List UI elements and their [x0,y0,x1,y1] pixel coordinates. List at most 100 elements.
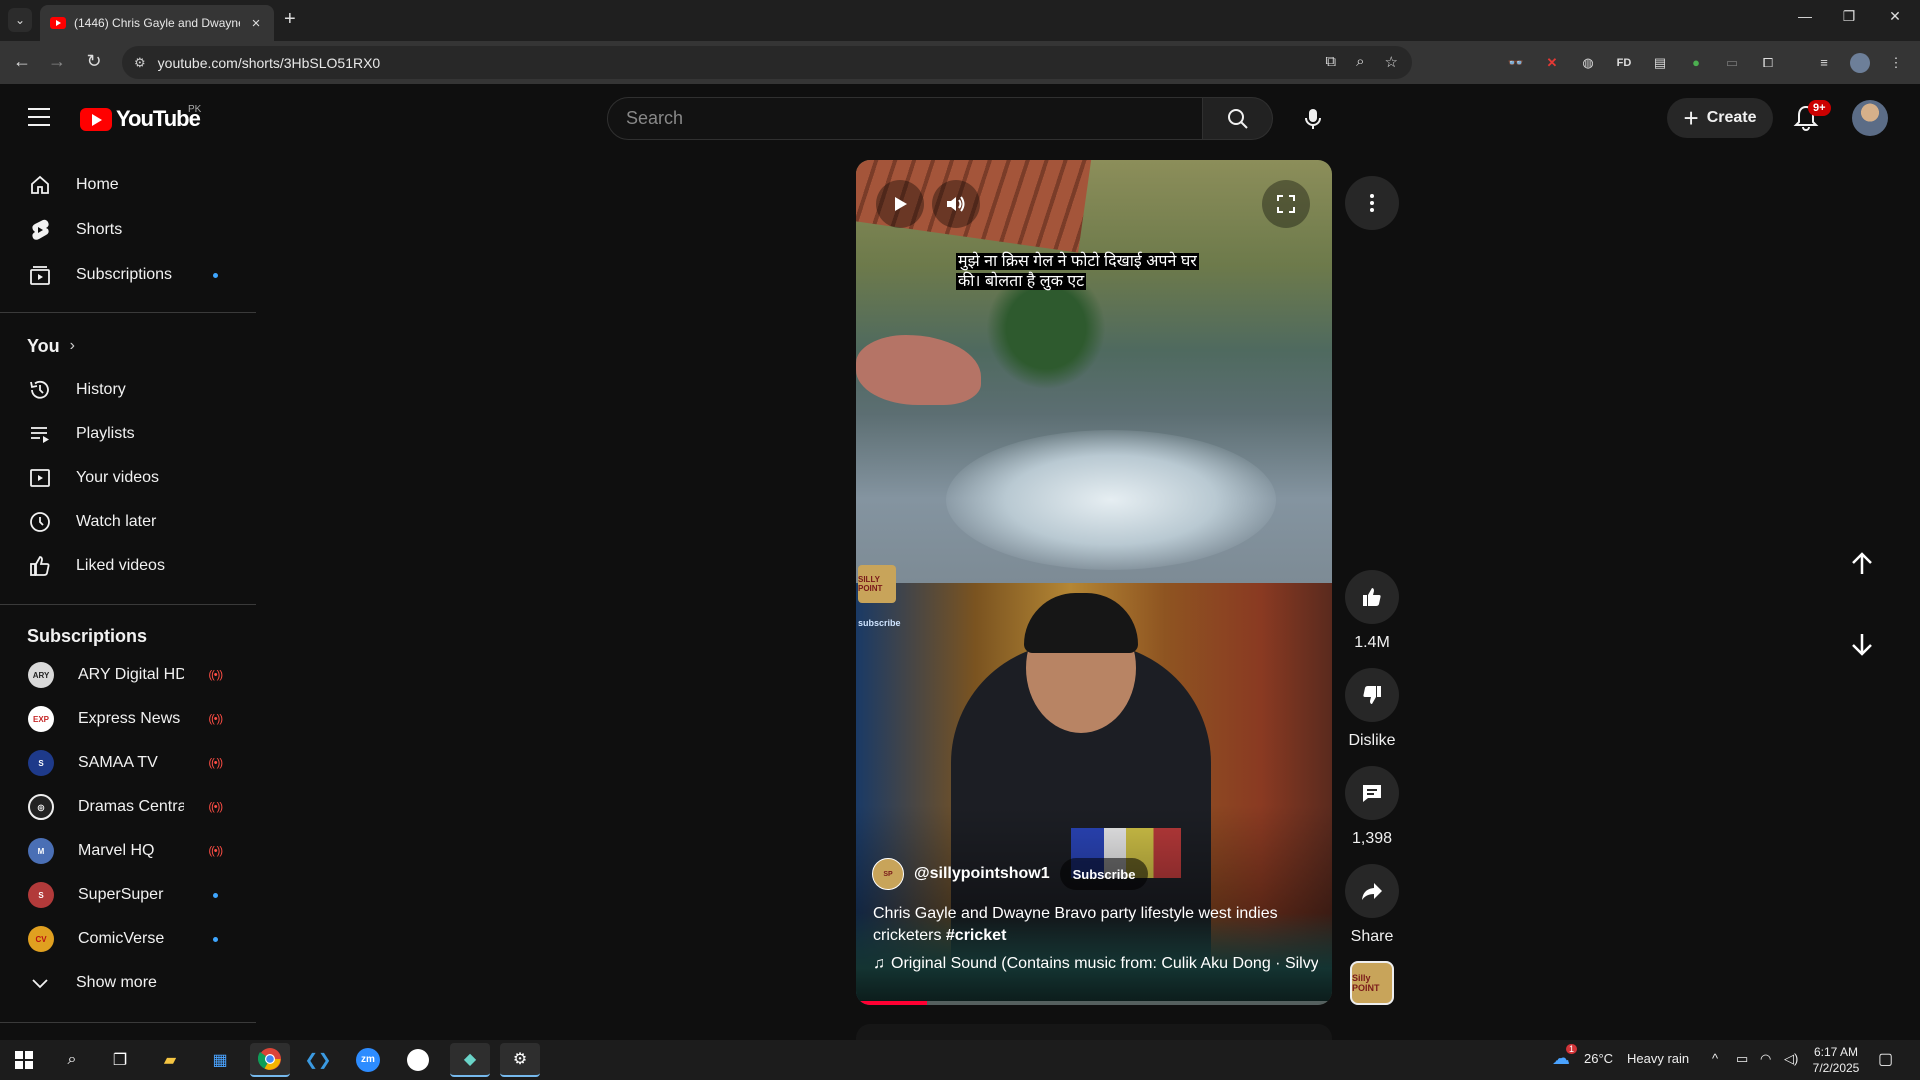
sidebar-item-history[interactable]: History [12,370,244,410]
channel-avatar: CV [28,926,54,952]
weather-temperature[interactable]: 26°C [1584,1051,1613,1066]
sidebar-sub-dramas-central[interactable]: ◎ Dramas Central ... ((•)) [12,787,244,827]
zoom-app-icon[interactable]: zm [354,1046,382,1074]
file-explorer-icon[interactable]: ▰ [156,1046,184,1074]
create-button[interactable]: + Create [1667,98,1773,138]
sidebar-sub-samaa-tv[interactable]: S SAMAA TV ((•)) [12,743,244,783]
sidebar-sub-express-news[interactable]: EXP Express News ((•)) [12,699,244,739]
like-button[interactable] [1345,570,1399,624]
menu-icon[interactable] [28,108,50,126]
notification-center-icon[interactable]: ▢ [1878,1049,1893,1069]
new-tab-button[interactable]: + [284,8,296,31]
fullscreen-button[interactable] [1262,180,1310,228]
hashtag-link[interactable]: #cricket [946,927,1007,944]
vscode-icon[interactable]: ❮❯ [304,1046,332,1074]
account-avatar[interactable] [1852,100,1888,136]
battery-icon[interactable]: ▭ [1736,1051,1748,1067]
network-icon[interactable]: ◠ [1760,1051,1771,1067]
app-diamond-icon[interactable]: ◆ [450,1043,490,1077]
extensions-puzzle-icon[interactable]: ⧠ [1758,53,1778,73]
play-button[interactable] [876,180,924,228]
media-control-icon[interactable]: ≡ [1814,53,1834,73]
speaker-icon[interactable]: ◁) [1784,1051,1798,1067]
store-icon[interactable]: ▦ [206,1046,234,1074]
extension-image-icon[interactable]: ▤ [1650,53,1670,73]
next-short-button[interactable] [1840,622,1884,666]
sidebar-sub-ary-digital[interactable]: ARY ARY Digital HD ((•)) [12,655,244,695]
browser-menu-icon[interactable]: ⋮ [1886,53,1906,73]
close-window-button[interactable]: ✕ [1880,8,1910,25]
extension-glasses-icon[interactable]: 👓 [1506,53,1526,73]
extension-fd-icon[interactable]: FD [1614,53,1634,73]
voice-search-button[interactable] [1291,97,1334,140]
sidebar-item-label: Show more [76,974,157,991]
sidebar-sub-marvel-hq[interactable]: M Marvel HQ ((•)) [12,831,244,871]
url-text: youtube.com/shorts/3HbSLO51RX0 [157,54,381,71]
sidebar-item-subscriptions[interactable]: Subscriptions [12,255,244,295]
chrome-icon[interactable] [250,1043,290,1077]
more-options-button[interactable] [1345,176,1399,230]
shorts-player[interactable]: मुझे ना क्रिस गेल ने फोटो दिखाई अपने घर … [856,160,1332,1005]
install-app-icon[interactable]: ⧉ [1325,53,1336,71]
back-button[interactable]: ← [10,51,34,72]
tray-overflow-icon[interactable]: ^ [1712,1051,1718,1066]
sidebar-item-shorts[interactable]: Shorts [12,210,244,250]
sidebar-item-liked-videos[interactable]: Liked videos [12,546,244,586]
sound-link[interactable]: ♫ Original Sound (Contains music from: C… [873,955,1318,973]
share-action: Share [1345,864,1399,946]
youtube-logo[interactable]: YouTube PK [80,104,201,132]
search-button[interactable] [1203,97,1273,140]
page-scrollbar[interactable] [1905,152,1920,1040]
channel-avatar: M [28,838,54,864]
system-clock[interactable]: 6:17 AM 7/2/2025 [1806,1044,1866,1076]
forward-button[interactable]: → [45,51,69,72]
extension-green-icon[interactable]: ● [1686,53,1706,73]
extension-box-icon[interactable]: ▭ [1722,53,1742,73]
channel-row: SP @sillypointshow1 Subscribe [872,858,1149,890]
dislike-button[interactable] [1345,668,1399,722]
extension-globe-icon[interactable]: ◍ [1578,53,1598,73]
restore-button[interactable]: ❐ [1834,8,1864,25]
sidebar-sub-supersuper[interactable]: S SuperSuper [12,875,244,915]
create-label: Create [1706,109,1757,126]
sidebar-item-home[interactable]: Home [12,165,244,205]
settings-gear-icon[interactable]: ⚙ [500,1043,540,1077]
windows-start-icon[interactable] [10,1046,38,1074]
reload-button[interactable]: ↻ [82,51,106,72]
channel-avatar[interactable]: SP [872,858,904,890]
extension-x-icon[interactable]: ✕ [1542,53,1562,73]
sound-title: Original Sound (Contains music from: Cul… [891,955,1318,972]
previous-short-button[interactable] [1840,542,1884,586]
app-circle-icon[interactable] [404,1046,432,1074]
address-bar[interactable]: ⚙ youtube.com/shorts/3HbSLO51RX0 ⧉ ⌕ ☆ [122,46,1412,79]
comments-button[interactable] [1345,766,1399,820]
weather-description[interactable]: Heavy rain [1627,1051,1689,1066]
share-button[interactable] [1345,864,1399,918]
sidebar-sub-comicverse[interactable]: CV ComicVerse [12,919,244,959]
taskbar-search-icon[interactable]: ⌕ [58,1046,86,1074]
minimize-button[interactable]: — [1790,8,1820,24]
bookmark-star-icon[interactable]: ☆ [1385,53,1398,71]
tab-close-icon[interactable]: × [248,15,264,32]
sidebar-item-label: Liked videos [76,557,165,574]
profile-avatar-icon[interactable] [1850,53,1870,73]
progress-bar[interactable] [856,1001,1332,1005]
zoom-icon[interactable]: ⌕ [1356,53,1364,71]
search-input[interactable] [626,108,1202,129]
sidebar-item-label: Subscriptions [76,266,173,283]
task-view-icon[interactable]: ❐ [106,1046,134,1074]
tab-search-button[interactable]: ⌄ [8,8,32,32]
browser-tab[interactable]: (1446) Chris Gayle and Dwayne × [40,5,274,41]
subscribe-button[interactable]: Subscribe [1059,858,1149,890]
volume-button[interactable] [932,180,980,228]
channel-name[interactable]: @sillypointshow1 [914,865,1050,883]
new-content-dot [213,936,218,942]
sidebar-item-your-videos[interactable]: Your videos [12,458,244,498]
sidebar-show-more[interactable]: Show more [12,963,244,1003]
sound-thumbnail[interactable]: Silly POINT [1350,961,1394,1005]
sidebar-item-playlists[interactable]: Playlists [12,414,244,454]
video-description[interactable]: Chris Gayle and Dwayne Bravo party lifes… [873,903,1293,947]
site-info-icon[interactable]: ⚙ [134,55,146,71]
sidebar-you-link[interactable]: You › [12,326,244,366]
sidebar-item-watch-later[interactable]: Watch later [12,502,244,542]
